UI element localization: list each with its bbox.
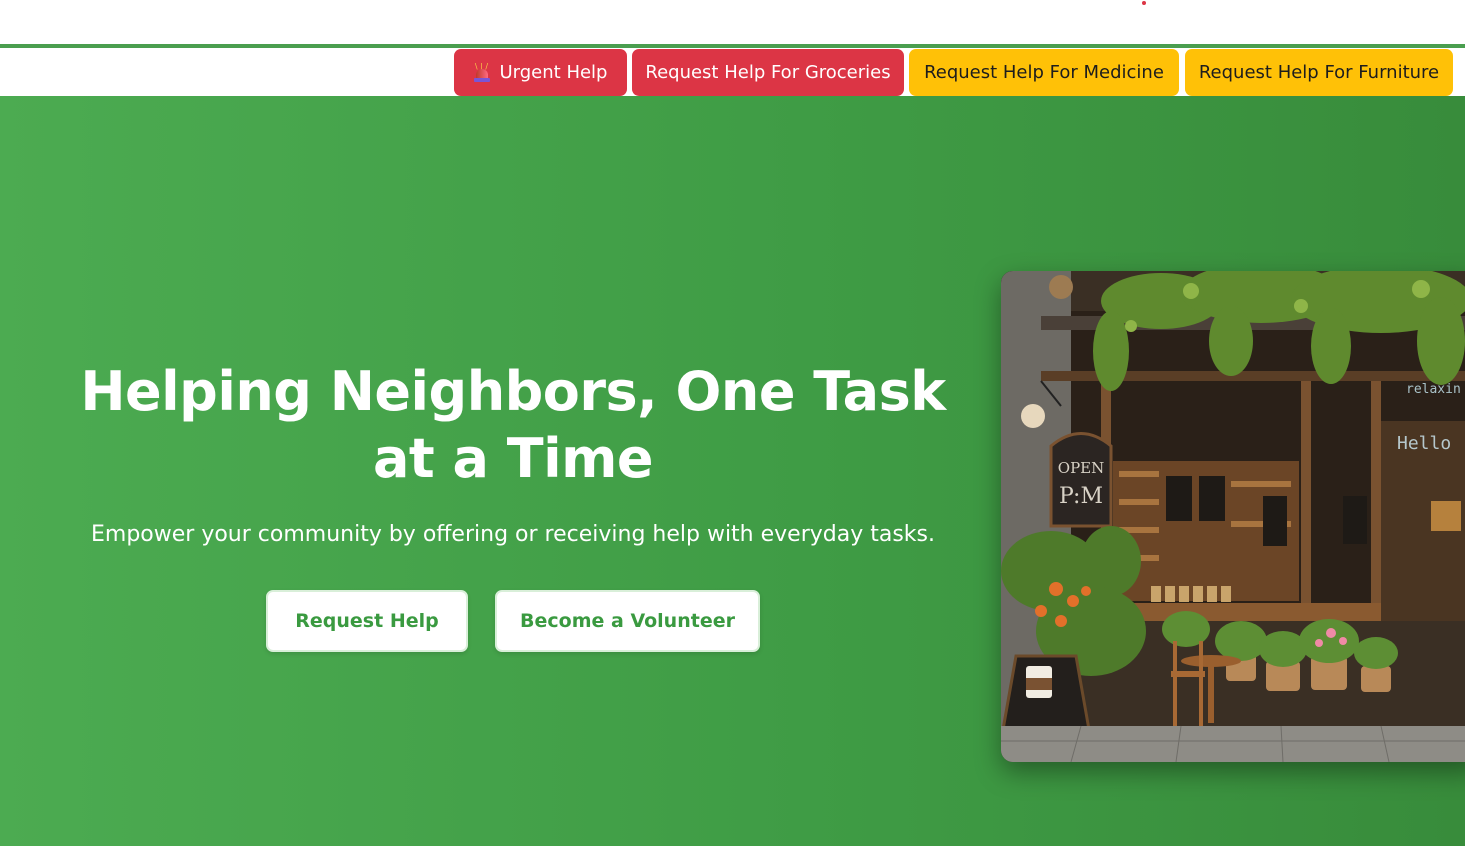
open-sign-line2: P:M [1059,484,1103,509]
help-request-bar: \ | / Urgent Help Request Help For Groce… [0,48,1465,96]
notification-dot [1142,1,1146,5]
window-text-relaxing: relaxin [1406,382,1461,397]
cafe-storefront-image: relaxin Hello OPEN P:M [1001,271,1465,762]
open-sign-line1: OPEN [1058,459,1104,477]
hero-section: Helping Neighbors, One Task at a Time Em… [0,96,1465,846]
request-help-button[interactable]: Request Help [266,590,468,652]
furniture-help-label: Request Help For Furniture [1198,62,1440,83]
urgent-help-button[interactable]: \ | / Urgent Help [454,49,627,96]
hero-title: Helping Neighbors, One Task at a Time [80,360,946,490]
siren-icon: \ | / [473,62,490,83]
medicine-help-label: Request Help For Medicine [924,62,1164,83]
furniture-help-button[interactable]: Request Help For Furniture [1185,49,1453,96]
hero-subtitle: Empower your community by offering or re… [91,522,935,547]
become-volunteer-button[interactable]: Become a Volunteer [495,590,760,652]
groceries-help-label: Request Help For Groceries [645,62,891,83]
top-navbar [0,0,1465,44]
medicine-help-button[interactable]: Request Help For Medicine [909,49,1179,96]
window-text-hello: Hello [1397,433,1451,454]
groceries-help-button[interactable]: Request Help For Groceries [632,49,904,96]
urgent-help-label: Urgent Help [499,62,608,83]
